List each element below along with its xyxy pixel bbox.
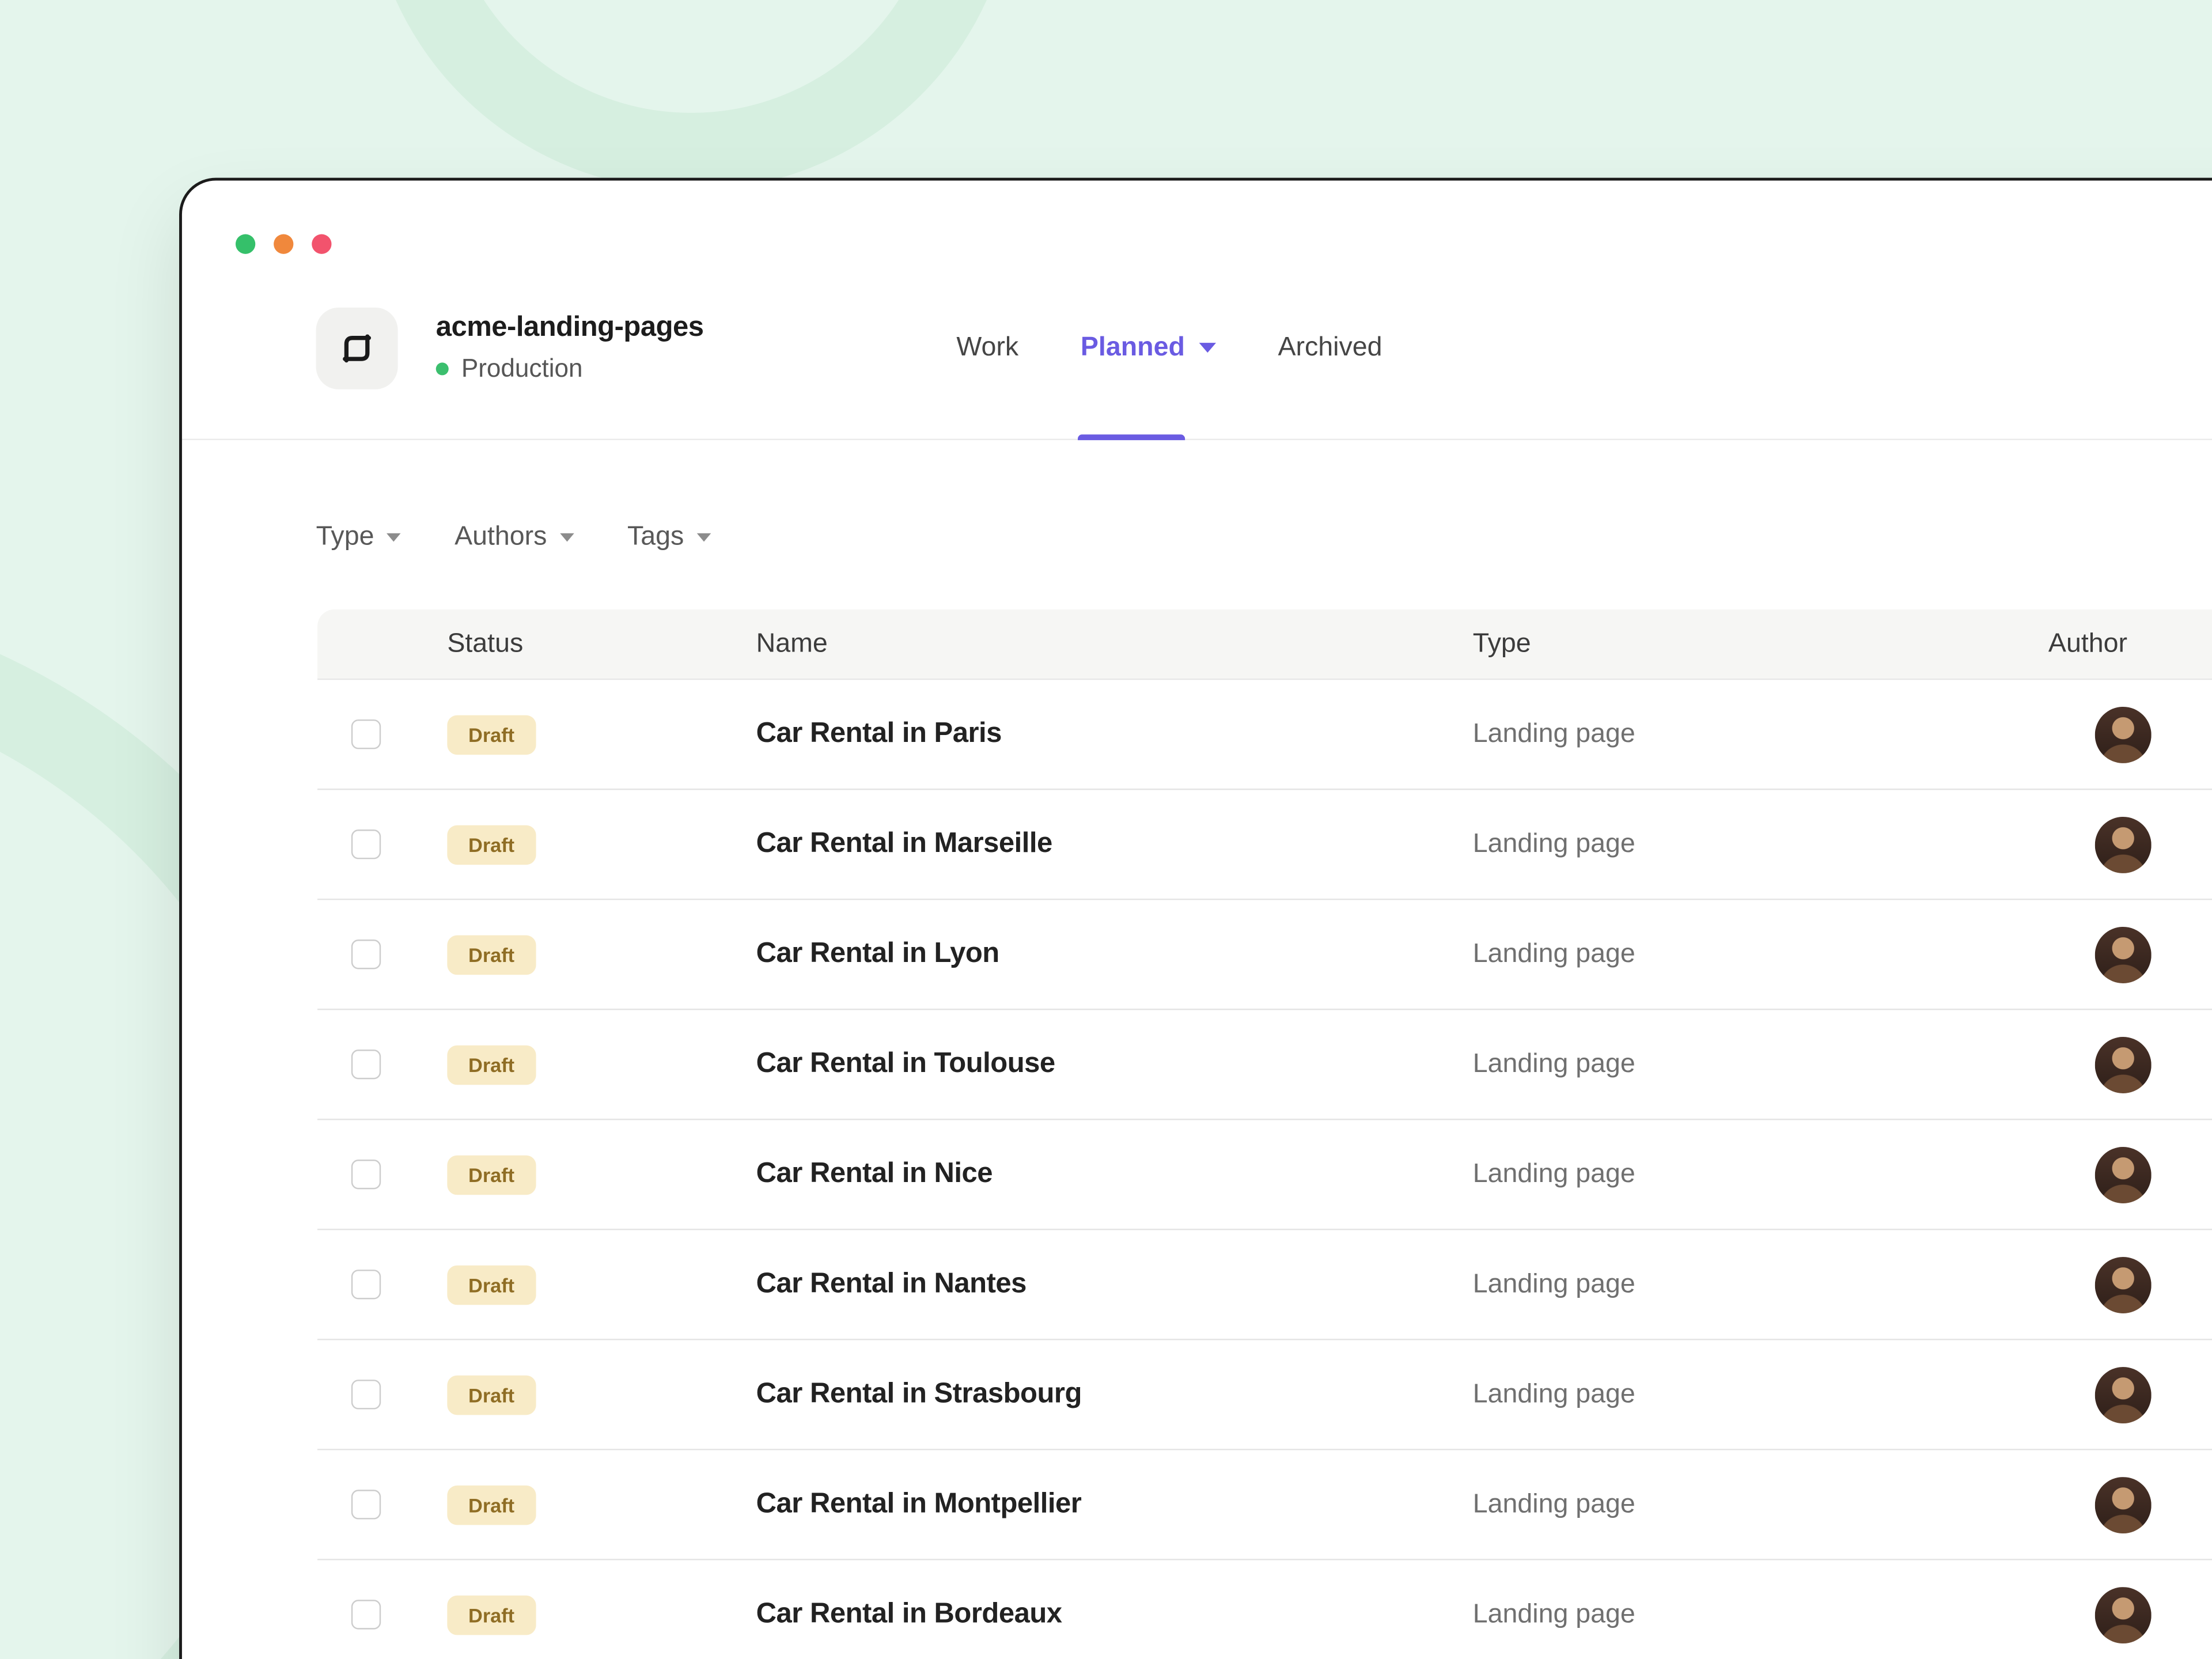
row-name: Car Rental in Montpellier — [756, 1488, 1082, 1520]
column-header-author: Author — [2048, 628, 2128, 658]
filter-bar: Type Authors Tags — [182, 440, 2212, 553]
window-dot-green[interactable] — [235, 234, 256, 254]
status-badge: Draft — [447, 1594, 536, 1635]
table-row[interactable]: Draft Car Rental in Bordeaux Landing pag… — [317, 1560, 2212, 1659]
user-avatar — [2094, 926, 2152, 983]
filter-tags-label: Tags — [627, 522, 684, 552]
row-checkbox[interactable] — [351, 1270, 381, 1300]
window-dot-red[interactable] — [312, 234, 332, 254]
user-avatar — [2094, 1256, 2152, 1313]
filter-authors[interactable]: Authors — [454, 522, 574, 553]
status-badge: Draft — [447, 714, 536, 754]
status-badge: Draft — [447, 1374, 536, 1415]
content-table: Status Name Type Author Draft Car Rental… — [317, 609, 2212, 1659]
table-row[interactable]: Draft Car Rental in Strasbourg Landing p… — [317, 1340, 2212, 1450]
environment-label: Production — [461, 354, 583, 382]
app-window: acme-landing-pages Production Work Plann… — [179, 177, 2212, 1659]
user-avatar — [2094, 1586, 2152, 1643]
user-avatar — [2094, 1036, 2152, 1093]
chevron-down-icon — [559, 533, 574, 542]
status-badge: Draft — [447, 1154, 536, 1195]
table-row[interactable]: Draft Car Rental in Nantes Landing page — [317, 1230, 2212, 1340]
row-name: Car Rental in Lyon — [756, 938, 1000, 969]
table-row[interactable]: Draft Car Rental in Paris Landing page — [317, 680, 2212, 790]
row-name: Car Rental in Toulouse — [756, 1048, 1055, 1080]
project-title-block: acme-landing-pages Production — [435, 312, 704, 384]
row-name: Car Rental in Marseille — [756, 828, 1053, 859]
status-badge: Draft — [447, 1264, 536, 1305]
tab-planned-label: Planned — [1080, 332, 1185, 362]
window-titlebar — [182, 180, 2212, 254]
table-row[interactable]: Draft Car Rental in Nice Landing page — [317, 1120, 2212, 1230]
row-checkbox[interactable] — [351, 1600, 381, 1630]
environment-row: Production — [435, 354, 704, 384]
filter-type[interactable]: Type — [316, 522, 402, 553]
user-avatar — [2094, 706, 2152, 763]
row-name: Car Rental in Paris — [756, 718, 1002, 749]
tab-work-label: Work — [956, 332, 1019, 362]
project-name: acme-landing-pages — [435, 312, 704, 343]
table-row[interactable]: Draft Car Rental in Toulouse Landing pag… — [317, 1010, 2212, 1120]
column-header-type: Type — [1472, 628, 1531, 658]
table-row[interactable]: Draft Car Rental in Marseille Landing pa… — [317, 790, 2212, 900]
status-badge: Draft — [447, 1044, 536, 1085]
row-checkbox[interactable] — [351, 1160, 381, 1190]
row-type: Landing page — [1472, 1048, 1635, 1079]
row-checkbox[interactable] — [351, 830, 381, 859]
status-badge: Draft — [447, 1484, 536, 1525]
app-header: acme-landing-pages Production Work Plann… — [181, 257, 2212, 441]
row-type: Landing page — [1472, 718, 1635, 749]
row-type: Landing page — [1472, 1599, 1635, 1629]
row-type: Landing page — [1472, 1158, 1635, 1189]
chevron-down-icon — [696, 533, 711, 542]
chevron-down-icon — [387, 533, 402, 542]
environment-status-dot — [435, 362, 449, 376]
row-type: Landing page — [1472, 828, 1635, 859]
user-avatar — [2094, 1146, 2152, 1203]
chevron-down-icon — [1199, 343, 1216, 353]
row-name: Car Rental in Strasbourg — [756, 1378, 1082, 1410]
tab-archived[interactable]: Archived — [1278, 257, 1382, 439]
table-row[interactable]: Draft Car Rental in Montpellier Landing … — [317, 1450, 2212, 1560]
row-checkbox[interactable] — [351, 719, 381, 749]
row-checkbox[interactable] — [351, 940, 381, 969]
column-header-status: Status — [447, 628, 524, 658]
row-type: Landing page — [1472, 1488, 1635, 1519]
tab-bar: Work Planned Archived — [956, 257, 1382, 441]
row-type: Landing page — [1472, 938, 1635, 969]
tab-work[interactable]: Work — [956, 257, 1018, 439]
user-avatar — [2094, 1476, 2152, 1533]
user-avatar — [2094, 1366, 2152, 1423]
column-header-name: Name — [756, 628, 828, 658]
status-badge: Draft — [447, 934, 536, 975]
row-type: Landing page — [1472, 1378, 1635, 1409]
row-checkbox[interactable] — [351, 1490, 381, 1520]
filter-authors-label: Authors — [454, 522, 547, 552]
filter-tags[interactable]: Tags — [627, 522, 711, 553]
desktop-background: acme-landing-pages Production Work Plann… — [0, 0, 2212, 1659]
status-badge: Draft — [447, 824, 536, 865]
filter-type-label: Type — [316, 522, 374, 552]
row-name: Car Rental in Nice — [756, 1158, 993, 1190]
tab-archived-label: Archived — [1278, 332, 1382, 362]
row-checkbox[interactable] — [351, 1380, 381, 1410]
user-avatar — [2094, 816, 2152, 873]
table-row[interactable]: Draft Car Rental in Lyon Landing page — [317, 900, 2212, 1010]
decorative-ring — [366, 0, 1016, 191]
app-logo-icon — [316, 306, 398, 389]
window-dot-orange[interactable] — [274, 234, 294, 254]
table-body: Draft Car Rental in Paris Landing page D… — [317, 680, 2212, 1659]
table-header: Status Name Type Author — [317, 609, 2212, 680]
row-name: Car Rental in Nantes — [756, 1268, 1027, 1300]
tab-planned[interactable]: Planned — [1077, 257, 1216, 441]
row-checkbox[interactable] — [351, 1050, 381, 1080]
row-name: Car Rental in Bordeaux — [756, 1598, 1062, 1630]
row-type: Landing page — [1472, 1268, 1635, 1299]
